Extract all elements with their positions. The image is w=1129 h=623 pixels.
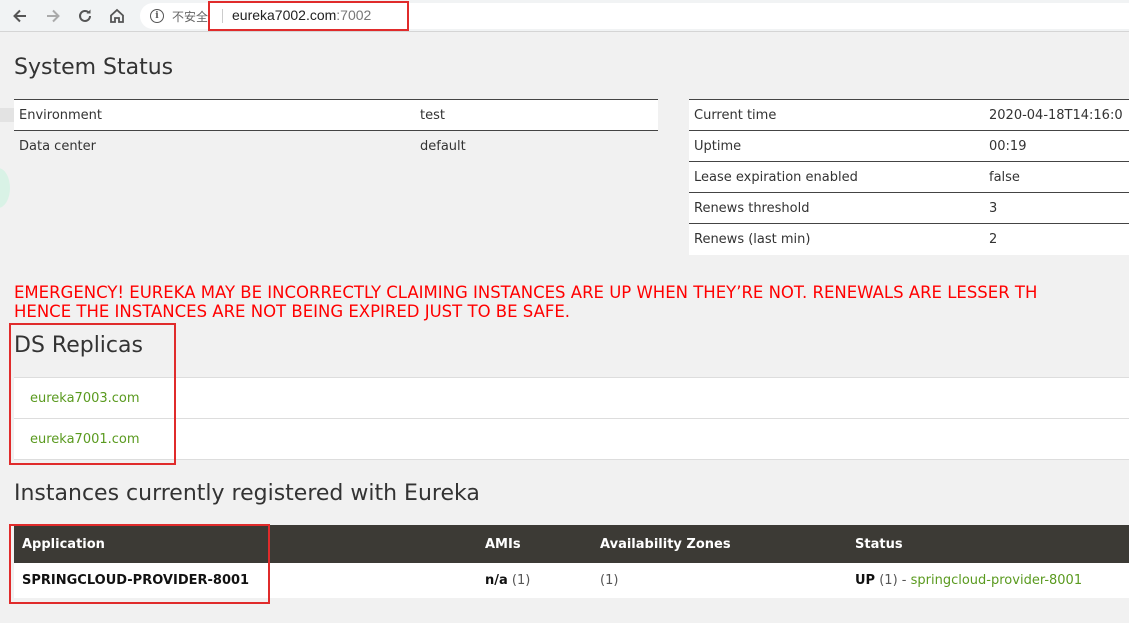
replica-link[interactable]: eureka7003.com — [30, 391, 140, 406]
url-text[interactable]: eureka7002.com:7002 — [232, 7, 371, 23]
browser-toolbar: i 不安全 eureka7002.com:7002 — [0, 0, 1129, 32]
ds-replicas-title: DS Replicas — [14, 333, 143, 358]
back-arrow-icon[interactable] — [10, 6, 30, 26]
url-port: :7002 — [336, 7, 372, 23]
floating-widget[interactable] — [0, 168, 10, 208]
amis-cell: n/a (1) — [477, 563, 592, 598]
status-value: 3 — [984, 192, 1129, 224]
status-row: Data center default — [14, 131, 658, 162]
status-value: default — [420, 138, 466, 154]
status-key: Lease expiration enabled — [689, 161, 984, 193]
table-row: SPRINGCLOUD-PROVIDER-8001 n/a (1) (1) UP… — [14, 563, 1129, 598]
forward-arrow-icon[interactable] — [43, 6, 63, 26]
status-value: test — [415, 99, 658, 131]
status-cell: UP (1) - springcloud-provider-8001 — [847, 563, 1129, 598]
status-value: 2020-04-18T14:16:0 — [984, 99, 1129, 131]
zones-cell: (1) — [592, 563, 847, 598]
status-count: (1) - — [879, 573, 907, 588]
emergency-line-2: HENCE THE INSTANCES ARE NOT BEING EXPIRE… — [14, 302, 571, 321]
status-value: UP — [855, 573, 876, 588]
url-host: eureka7002.com — [232, 7, 337, 23]
status-row: Renews (last min) 2 — [689, 223, 1129, 255]
system-status-left-table: Environment test Data center default — [14, 99, 658, 162]
status-row: Renews threshold 3 — [689, 192, 1129, 224]
status-key: Environment — [14, 99, 415, 131]
column-header-zones: Availability Zones — [592, 525, 847, 563]
column-header-amis: AMIs — [477, 525, 592, 563]
emergency-warning: EMERGENCY! EUREKA MAY BE INCORRECTLY CLA… — [14, 283, 1129, 321]
instances-table: Application AMIs Availability Zones Stat… — [14, 525, 1129, 598]
status-value: false — [984, 161, 1129, 193]
replicas-list: eureka7003.com eureka7001.com — [14, 377, 1129, 460]
instances-title: Instances currently registered with Eure… — [14, 481, 480, 506]
status-row: Lease expiration enabled false — [689, 161, 1129, 193]
status-key: Renews threshold — [689, 192, 984, 224]
amis-value: n/a — [485, 573, 508, 588]
status-row: Current time 2020-04-18T14:16:0 — [689, 99, 1129, 131]
emergency-line-1: EMERGENCY! EUREKA MAY BE INCORRECTLY CLA… — [14, 283, 1038, 302]
amis-count: (1) — [511, 573, 531, 588]
status-key: Current time — [689, 99, 984, 131]
column-header-status: Status — [847, 525, 1129, 563]
status-key: Renews (last min) — [689, 223, 984, 255]
home-icon[interactable] — [107, 6, 127, 26]
replica-link[interactable]: eureka7001.com — [30, 432, 140, 447]
system-status-title: System Status — [14, 55, 174, 80]
reload-icon[interactable] — [75, 6, 95, 26]
info-icon[interactable]: i — [150, 9, 164, 23]
list-item: eureka7001.com — [14, 419, 1129, 460]
address-bar[interactable]: i 不安全 eureka7002.com:7002 — [140, 3, 1129, 29]
status-key: Data center — [19, 138, 96, 154]
table-header-row: Application AMIs Availability Zones Stat… — [14, 525, 1129, 563]
column-header-application: Application — [14, 525, 477, 563]
status-value: 2 — [984, 223, 1129, 255]
status-key: Uptime — [689, 130, 984, 162]
application-name: SPRINGCLOUD-PROVIDER-8001 — [14, 563, 477, 598]
status-row: Uptime 00:19 — [689, 130, 1129, 162]
list-item: eureka7003.com — [14, 378, 1129, 419]
status-row: Environment test — [14, 99, 658, 131]
left-edge-decoration — [0, 108, 14, 122]
status-value: 00:19 — [984, 130, 1129, 162]
insecure-label: 不安全 — [172, 10, 209, 24]
instance-link[interactable]: springcloud-provider-8001 — [911, 573, 1082, 588]
system-status-right-table: Current time 2020-04-18T14:16:0 Uptime 00:… — [689, 99, 1129, 255]
address-divider — [222, 9, 223, 23]
